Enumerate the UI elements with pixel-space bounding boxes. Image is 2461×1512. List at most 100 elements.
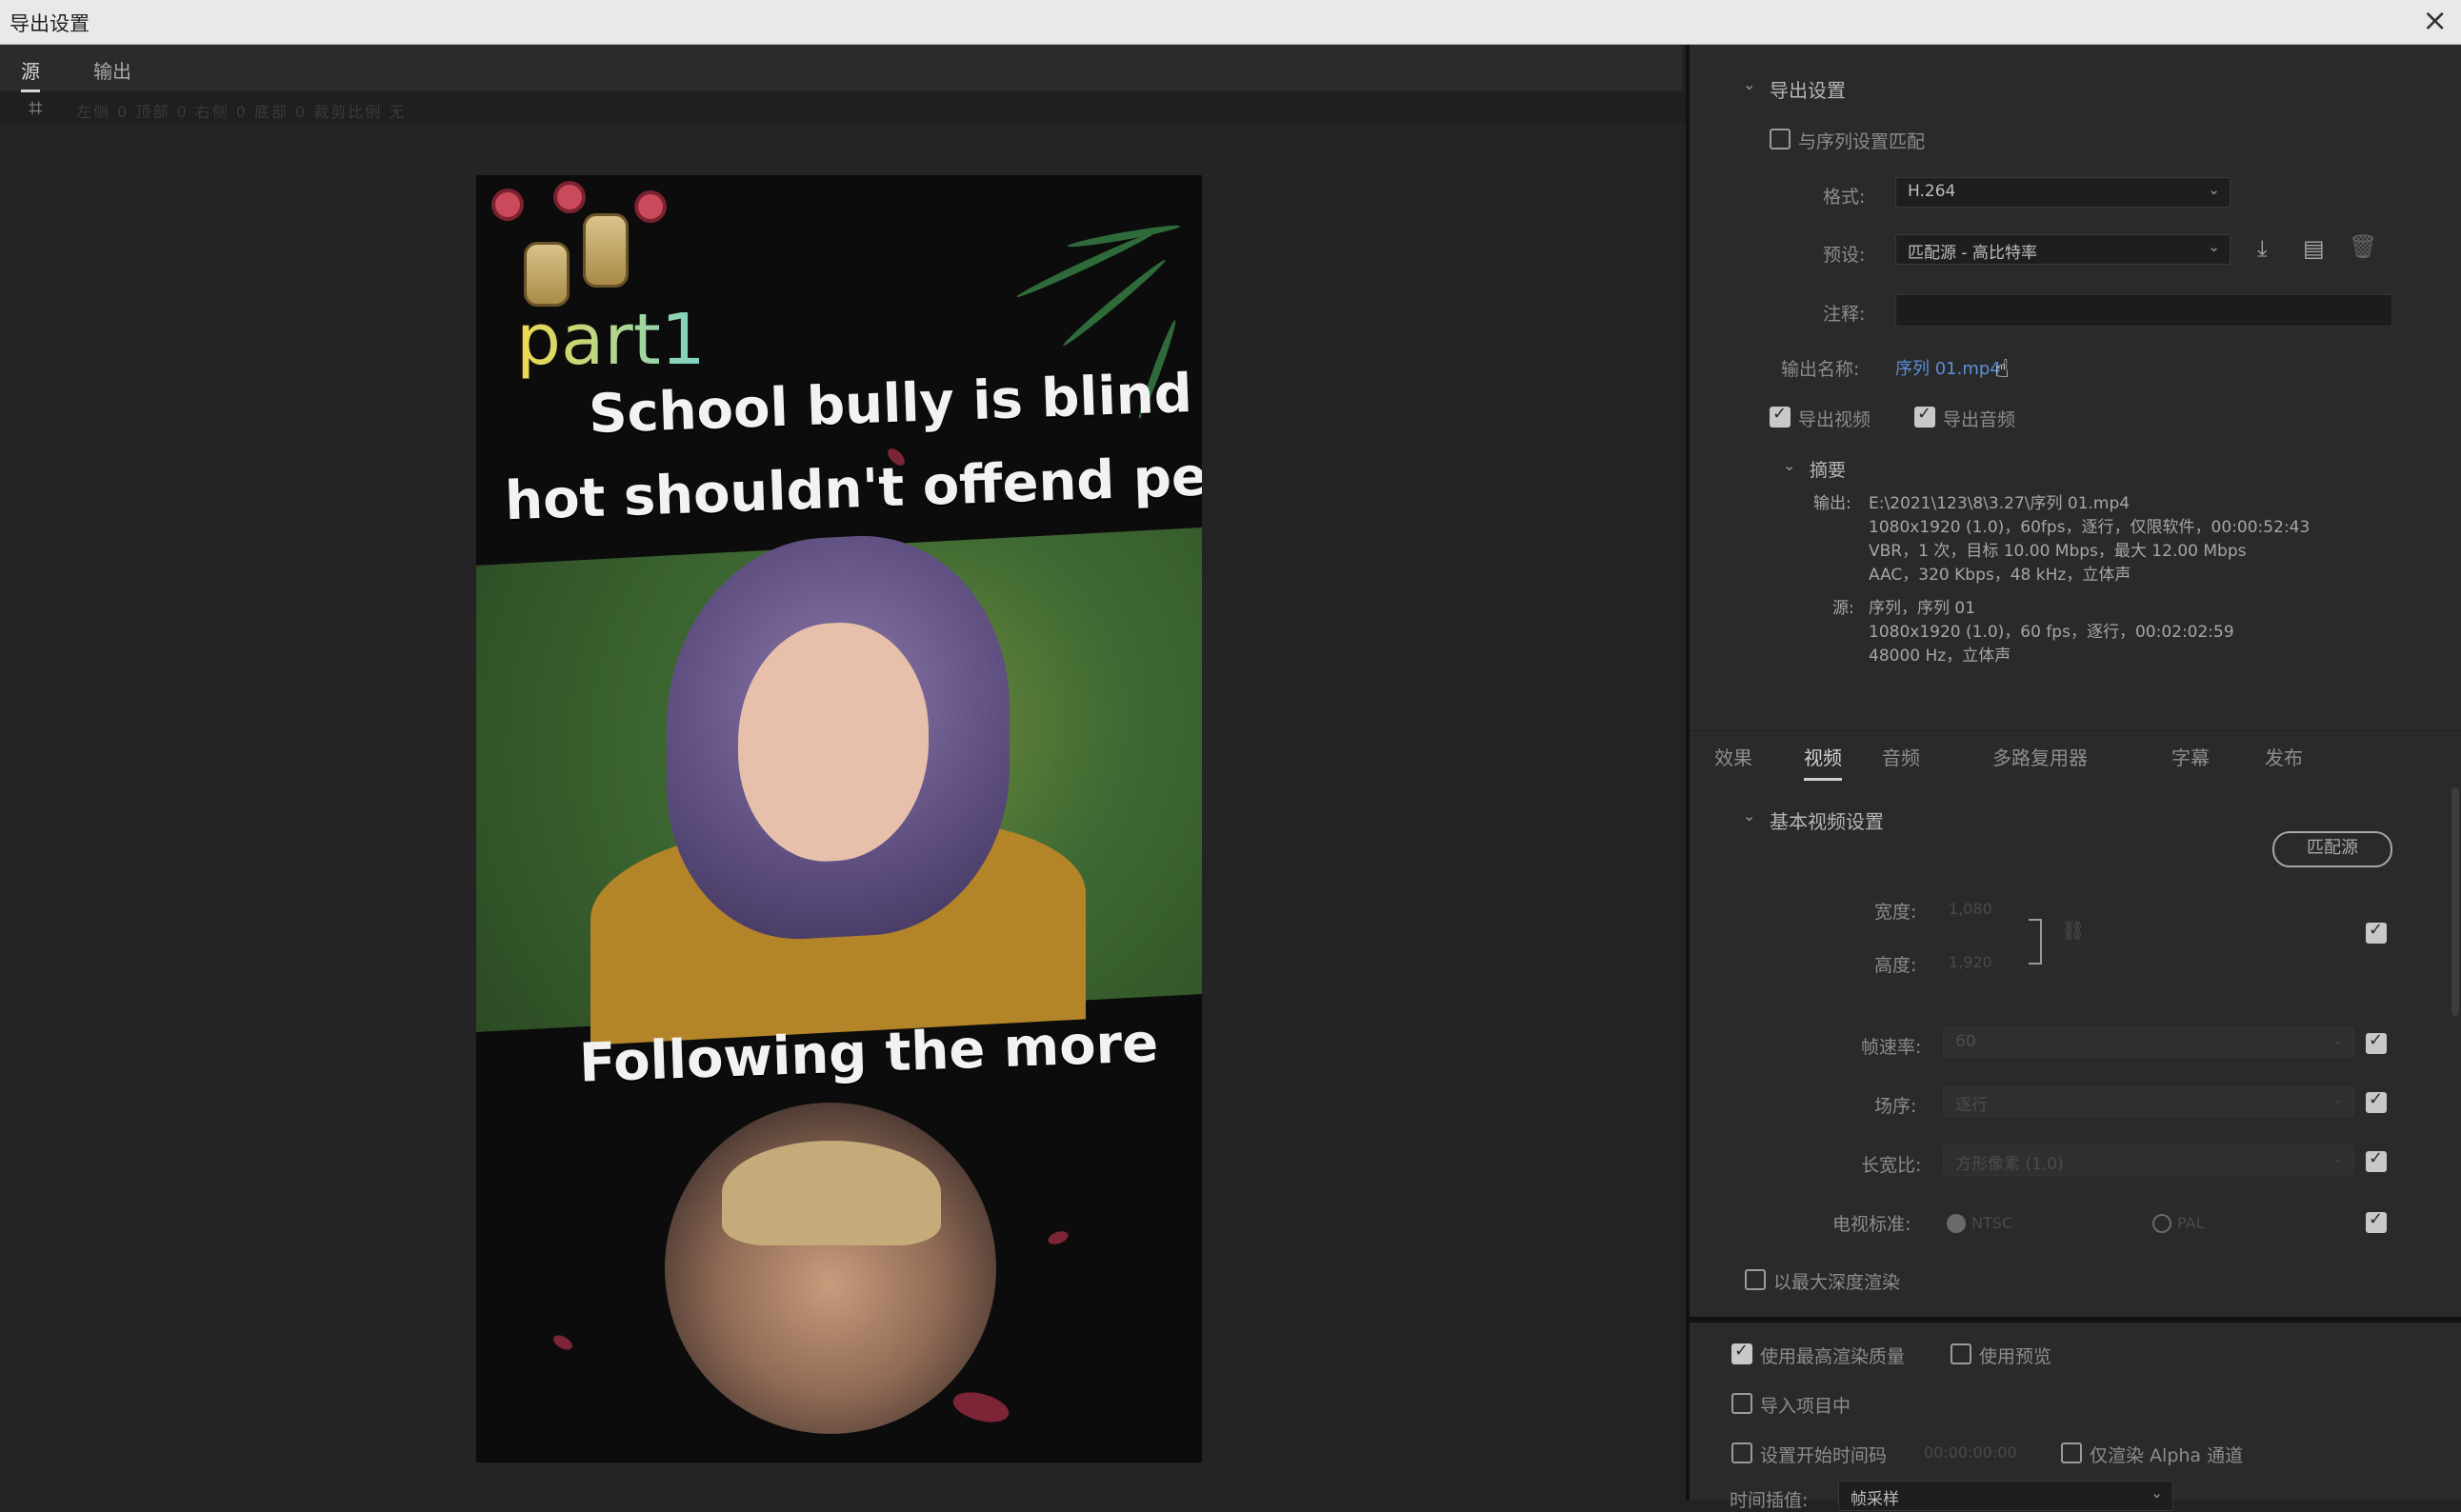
lantern-decoration [524,242,570,307]
pal-radio[interactable] [2152,1214,2171,1233]
use-previews-checkbox[interactable] [1951,1343,1971,1364]
export-audio-checkbox[interactable] [1914,404,1935,428]
crop-values: 左侧 0 顶部 0 右侧 0 底部 0 裁剪比例 无 [76,103,407,121]
chevron-down-icon[interactable]: ⌄ [1783,456,1795,474]
tab-publish[interactable]: 发布 [2265,743,2303,778]
max-depth-label: 以最大深度渲染 [1773,1272,1901,1293]
use-previews-label: 使用预览 [1979,1346,2052,1367]
max-quality-label: 使用最高渲染质量 [1760,1346,1906,1367]
width-value[interactable]: 1,080 [1949,900,1992,918]
match-sequence-checkbox[interactable] [1770,129,1791,149]
chevron-down-icon: ⌄ [2208,181,2220,198]
export-audio-label: 导出音频 [1943,409,2016,430]
flower-decoration [495,192,520,217]
output-name-label: 输出名称: [1781,359,1860,380]
hat-shape [722,1141,941,1245]
tab-output[interactable]: 输出 [93,56,131,90]
export-settings-title: 导出设置 [1770,79,1846,102]
tab-captions[interactable]: 字幕 [2171,743,2210,778]
summary-output-line-2: 1080x1920 (1.0)，60fps，逐行，仅限软件，00:00:52:4… [1869,518,2311,537]
comment-label: 注释: [1823,304,1866,325]
format-label: 格式: [1823,187,1866,208]
ntsc-label: NTSC [1971,1214,2013,1232]
summary-source-line-2: 1080x1920 (1.0)，60 fps，逐行，00:02:02:59 [1869,623,2234,642]
settings-scrollbar[interactable] [2451,787,2459,1016]
link-bracket [2029,919,2042,965]
field-order-label: 场序: [1874,1096,1917,1117]
time-interpolation-label: 时间插值: [1730,1490,1809,1511]
summary-output-line-4: AAC，320 Kbps，48 kHz，立体声 [1869,566,2131,585]
summary-output-line-1: E:\2021\123\8\3.27\序列 01.mp4 [1869,494,2131,513]
height-value[interactable]: 1,920 [1949,953,1992,971]
field-order-value: 逐行 [1955,1096,1988,1115]
max-quality-checkbox[interactable] [1731,1341,1752,1364]
field-order-match-checkbox[interactable] [2366,1089,2387,1113]
preset-label: 预设: [1823,245,1866,266]
chevron-down-icon: ⌄ [2208,238,2220,255]
summary-output-label: 输出: [1813,494,1851,513]
chevron-down-icon[interactable]: ⌄ [1743,75,1755,93]
aspect-match-checkbox[interactable] [2366,1148,2387,1172]
output-name-link[interactable]: 序列 01.mp4 [1895,355,2001,380]
time-interpolation-value: 帧采样 [1851,1490,1899,1509]
summary-source-line-1: 序列，序列 01 [1869,599,1976,618]
video-preview: part1 School bully is blind hot shouldn'… [476,175,1202,1462]
petal-decoration [550,1332,575,1353]
field-order-select[interactable]: 逐行 ⌄ [1943,1086,2354,1117]
tab-multiplexer[interactable]: 多路复用器 [1992,743,2088,778]
format-value: H.264 [1908,182,1956,201]
tv-standard-match-checkbox[interactable] [2366,1209,2387,1233]
tv-standard-label: 电视标准: [1832,1214,1911,1235]
alpha-only-checkbox[interactable] [2061,1442,2082,1463]
delete-preset-icon[interactable]: 🗑 [2349,233,2377,260]
summary-source-line-3: 48000 Hz，立体声 [1869,647,2011,666]
chevron-down-icon: ⌄ [2331,1090,2344,1107]
window-title: 导出设置 [10,12,90,35]
summary-output-line-3: VBR，1 次，目标 10.00 Mbps，最大 12.00 Mbps [1869,542,2247,561]
close-icon[interactable]: × [2422,2,2448,38]
import-preset-icon[interactable]: ▤ [2303,235,2325,262]
ntsc-radio[interactable] [1947,1214,1966,1233]
chevron-down-icon: ⌄ [2151,1484,2163,1502]
settings-tabs: 效果 视频 音频 多路复用器 字幕 发布 [1690,730,2461,781]
woman-photo [476,527,1202,1045]
source-output-tabs: 源 输出 [0,45,1682,92]
frame-rate-value: 60 [1955,1032,1976,1051]
save-preset-icon[interactable]: ⤓ [2257,235,2268,262]
chevron-down-icon[interactable]: ⌄ [1743,806,1755,825]
alpha-only-label: 仅渲染 Alpha 通道 [2090,1445,2244,1466]
format-select[interactable]: H.264 ⌄ [1895,177,2231,208]
match-source-button[interactable]: 匹配源 [2272,831,2392,867]
frame-rate-match-checkbox[interactable] [2366,1030,2387,1054]
frame-rate-select[interactable]: 60 ⌄ [1943,1027,2354,1058]
tab-effects[interactable]: 效果 [1714,743,1752,778]
size-match-checkbox[interactable] [2366,920,2387,944]
chain-link-icon[interactable]: ⛓ [2061,919,2085,942]
max-depth-checkbox[interactable] [1745,1269,1766,1290]
pal-label: PAL [2177,1214,2205,1232]
flower-decoration [638,194,663,219]
tab-video[interactable]: 视频 [1804,743,1842,781]
start-timecode-value[interactable]: 00:00:00:00 [1924,1443,2017,1462]
width-label: 宽度: [1874,902,1917,923]
export-video-checkbox[interactable] [1770,404,1791,428]
start-timecode-label: 设置开始时间码 [1760,1445,1888,1466]
start-timecode-checkbox[interactable] [1731,1442,1752,1463]
import-project-checkbox[interactable] [1731,1393,1752,1414]
comment-input[interactable] [1895,294,2392,327]
aspect-select[interactable]: 方形像素 (1.0) ⌄ [1943,1145,2354,1176]
title-bar: 导出设置 × [0,0,2461,45]
export-settings-panel: ⌄ 导出设置 与序列设置匹配 格式: H.264 ⌄ 预设: 匹配源 - 高比特… [1686,45,2461,1511]
crop-icon[interactable]: ⌗ [29,94,43,124]
preset-select[interactable]: 匹配源 - 高比特率 ⌄ [1895,234,2231,265]
mouse-cursor-icon: ☝ [1994,355,2010,384]
petal-decoration [950,1386,1012,1428]
summary-title: 摘要 [1810,460,1847,481]
tab-audio[interactable]: 音频 [1882,743,1920,778]
frame-rate-label: 帧速率: [1861,1037,1922,1058]
tab-source[interactable]: 源 [21,56,40,92]
time-interpolation-select[interactable]: 帧采样 ⌄ [1838,1481,2173,1511]
summary-source-label: 源: [1832,599,1854,618]
panel-divider [1690,1317,2461,1323]
lantern-decoration [583,213,629,288]
